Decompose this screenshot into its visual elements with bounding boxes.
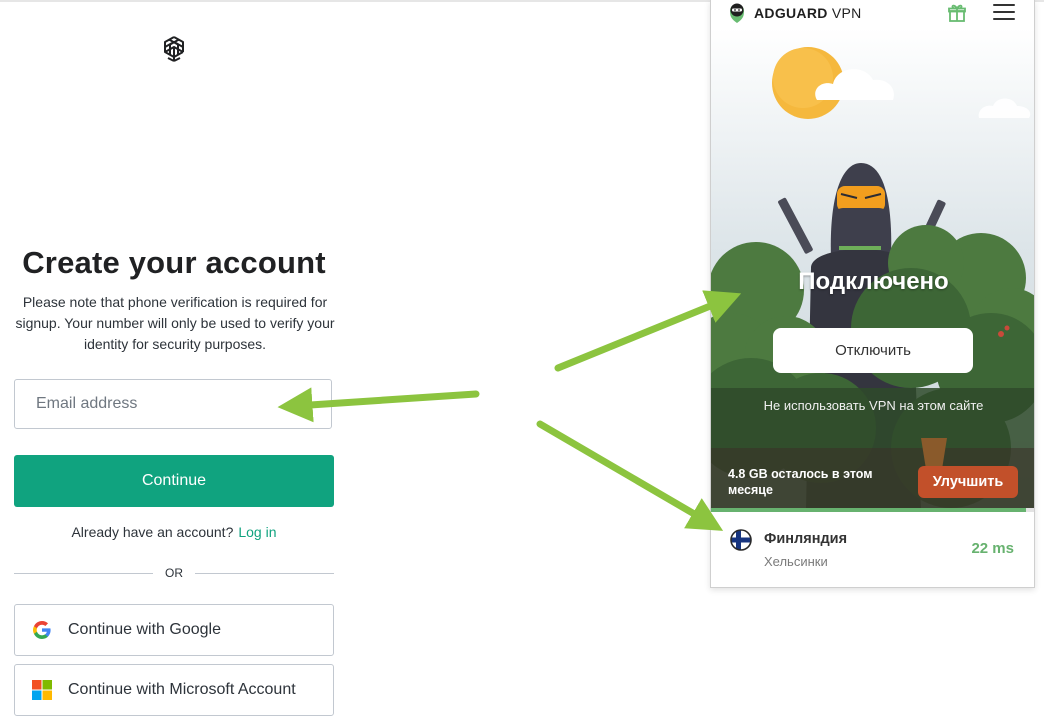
google-login-button[interactable]: Continue with Google	[14, 604, 334, 656]
finland-flag-icon	[730, 529, 752, 551]
microsoft-login-button[interactable]: Continue with Microsoft Account	[14, 664, 334, 716]
vpn-status: Подключено	[798, 268, 949, 295]
gift-icon[interactable]	[947, 3, 967, 23]
exclude-site-link[interactable]: Не использовать VPN на этом сайте	[711, 398, 1034, 413]
traffic-progress-bar	[711, 508, 1034, 512]
verification-note: Please note that phone verification is r…	[15, 294, 335, 352]
email-field[interactable]	[14, 379, 332, 429]
or-divider: OR	[14, 565, 334, 581]
location-ping: 22 ms	[971, 540, 1014, 557]
page-title: Create your account	[22, 245, 326, 280]
location-selector[interactable]: Финляндия Хельсинки 22 ms	[711, 512, 1034, 587]
adguard-logo-icon	[730, 3, 744, 23]
login-link[interactable]: Log in	[238, 524, 276, 540]
location-country: Финляндия	[764, 531, 848, 547]
upgrade-button[interactable]: Улучшить	[918, 466, 1018, 498]
microsoft-icon	[32, 680, 52, 700]
vpn-brand: ADGUARD VPN	[754, 5, 862, 21]
vpn-header: ADGUARD VPN	[711, 0, 1034, 28]
microsoft-button-label: Continue with Microsoft Account	[68, 681, 296, 698]
brand-light: VPN	[831, 5, 862, 21]
login-prompt: Already have an account?	[71, 524, 234, 540]
traffic-progress-fill	[711, 508, 1027, 512]
brand-bold: ADGUARD	[754, 5, 828, 21]
divider-line-left	[14, 572, 153, 574]
arrow-to-status	[554, 290, 742, 372]
openai-logo-icon	[164, 36, 184, 62]
divider-line-right	[195, 572, 334, 574]
continue-button[interactable]: Continue	[14, 455, 334, 507]
divider-text: OR	[165, 566, 183, 580]
menu-icon[interactable]	[993, 4, 1015, 22]
arrow-to-location	[536, 420, 724, 531]
google-button-label: Continue with Google	[68, 621, 221, 638]
adguard-vpn-popup: ADGUARD VPN Подключено Отключить Не испо…	[710, 0, 1035, 588]
disconnect-button[interactable]: Отключить	[773, 328, 973, 373]
traffic-remaining: 4.8 GB осталось в этом месяце	[728, 467, 873, 497]
login-row: Already have an account? Log in	[14, 524, 334, 540]
location-city: Хельсинки	[764, 554, 828, 569]
google-icon	[33, 621, 51, 639]
